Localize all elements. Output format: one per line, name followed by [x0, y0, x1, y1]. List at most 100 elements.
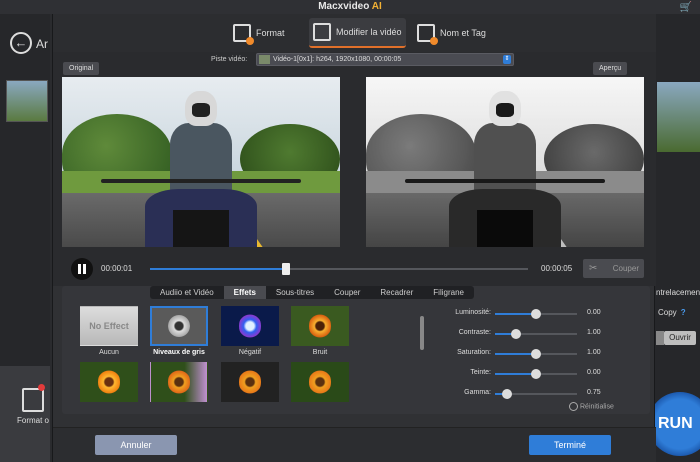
chevron-updown-icon: ⇕ [503, 55, 511, 64]
effect-item[interactable] [289, 362, 351, 402]
tab-label: Nom et Tag [440, 28, 486, 38]
timeline-progress [150, 268, 287, 270]
edit-video-dialog: Format Modifier la vidéo Nom et Tag Orig… [52, 14, 656, 462]
adjustment-label: Teinte: [470, 369, 491, 376]
adjustment-handle[interactable] [531, 369, 541, 379]
adjustment-slider[interactable] [495, 309, 577, 319]
effect-thumbnail [80, 362, 138, 402]
adjustment-value: 0.00 [587, 369, 601, 376]
adjustment-label: Gamma: [464, 389, 491, 396]
adjustment-handle[interactable] [531, 349, 541, 359]
original-video [62, 77, 340, 247]
effect-thumbnail [221, 362, 279, 402]
dialog-tabs: Format Modifier la vidéo Nom et Tag [53, 14, 656, 52]
help-icon[interactable]: ? [681, 308, 686, 317]
notification-dot [38, 384, 45, 391]
adjustment-handle[interactable] [531, 309, 541, 319]
annuler-button[interactable]: Annuler [95, 435, 177, 455]
timeline-slider[interactable] [150, 263, 528, 275]
copy-option[interactable]: Copy? [658, 308, 686, 317]
adjustment-handle[interactable] [510, 329, 521, 339]
reset-icon [569, 402, 578, 411]
tab-modifier-video[interactable]: Modifier la vidéo [309, 18, 406, 48]
adjustment-row: Luminosité: 0.00 [433, 307, 641, 321]
piste-video-label: Piste vidéo: [211, 56, 248, 63]
ouvrir-button[interactable]: Ouvrir [664, 331, 696, 345]
subtab-audio-video[interactable]: Audiio et Vidéo [150, 286, 224, 299]
back-arrow-icon[interactable]: ← [10, 32, 32, 54]
dialog-footer: Annuler Terminé [53, 427, 656, 462]
adjustment-label: Saturation: [457, 349, 491, 356]
timeline-handle[interactable] [282, 263, 291, 275]
couper-label: Couper [612, 264, 639, 273]
entrelacement-label: ntrelacement [656, 288, 700, 297]
effect-thumbnail [150, 306, 208, 346]
adjustment-slider[interactable] [495, 349, 577, 359]
adjustment-row: Contraste: 1.00 [433, 327, 641, 341]
video-thumbnail[interactable] [6, 80, 48, 122]
effect-thumbnail: No Effect [80, 306, 138, 346]
cart-icon[interactable]: 🛒 [680, 1, 692, 15]
subtab-sous-titres[interactable]: Sous-titres [266, 286, 324, 299]
back-label: Ar [36, 37, 48, 51]
title-bar: Macxvideo AI 🛒 [0, 0, 700, 14]
subtab-couper[interactable]: Couper [324, 286, 370, 299]
effect-thumbnail [150, 362, 208, 402]
tag-icon [417, 24, 438, 45]
effect-thumbnail [291, 306, 349, 346]
effect-thumbnail [221, 306, 279, 346]
effect-label: Négatif [238, 349, 262, 356]
effect-thumbnail [291, 362, 349, 402]
video-edit-icon [313, 23, 331, 41]
effect-negatif[interactable]: Négatif [219, 306, 281, 356]
apercu-label: Aperçu [593, 62, 628, 75]
app-title: Macxvideo [318, 1, 370, 12]
termine-button[interactable]: Terminé [529, 435, 611, 455]
current-time: 00:00:01 [101, 264, 133, 273]
effect-label: Aucun [99, 349, 119, 356]
reinitialise-button[interactable]: Réinitialise [569, 402, 614, 411]
couper-button[interactable]: ✂ Couper [583, 259, 644, 278]
adjustment-row: Teinte: 0.00 [433, 367, 641, 381]
path-field[interactable] [656, 331, 664, 345]
effect-aucun[interactable]: No Effect Aucun [78, 306, 140, 356]
piste-video-value: Vidéo-1[0x1]: h264, 1920x1080, 00:00:05 [273, 56, 402, 63]
format-icon [233, 24, 254, 45]
app-window: Macxvideo AI 🛒 ← Ar Format o ntrelacemen… [0, 0, 700, 462]
tab-nom-tag[interactable]: Nom et Tag [417, 18, 486, 48]
effect-label: Bruit [312, 349, 328, 356]
adjustment-row: Gamma: 0.75 [433, 387, 641, 401]
format-panel [0, 366, 50, 462]
tab-label: Modifier la vidéo [336, 27, 402, 37]
adjustment-value: 1.00 [587, 349, 601, 356]
adjustment-label: Contraste: [458, 329, 491, 336]
adjustment-slider[interactable] [495, 389, 577, 399]
pause-icon[interactable] [71, 258, 93, 280]
subtab-effets[interactable]: Effets [223, 286, 266, 299]
copy-label: Copy [658, 308, 677, 317]
adjustment-slider[interactable] [495, 329, 577, 339]
adjustment-label: Luminosité: [455, 309, 491, 316]
preview-video [366, 77, 644, 247]
format-icon[interactable] [22, 388, 44, 412]
subtab-recadrer[interactable]: Recadrer [370, 286, 423, 299]
subtab-filigrane[interactable]: Filigrane [423, 286, 474, 299]
effect-niveaux-de-gris[interactable]: Niveaux de gris [148, 306, 210, 356]
tab-label: Format [256, 28, 285, 38]
edit-subtabs: Audiio et Vidéo Effets Sous-titres Coupe… [150, 286, 474, 299]
adjustment-value: 0.75 [587, 389, 601, 396]
effects-scrollbar[interactable] [420, 316, 424, 350]
adjustment-slider[interactable] [495, 369, 577, 379]
playback-controls: 00:00:01 00:00:05 ✂ Couper [53, 252, 656, 286]
track-thumbnail [259, 55, 270, 64]
adjustment-fill [495, 373, 536, 375]
adjustment-handle[interactable] [502, 389, 513, 399]
effect-item[interactable] [148, 362, 210, 402]
effect-bruit[interactable]: Bruit [289, 306, 351, 356]
tab-format[interactable]: Format [233, 18, 285, 48]
adjustment-fill [495, 313, 536, 315]
effect-item[interactable] [78, 362, 140, 402]
effect-item[interactable] [219, 362, 281, 402]
adjustment-value: 1.00 [587, 329, 601, 336]
piste-video-select[interactable]: Vidéo-1[0x1]: h264, 1920x1080, 00:00:05 … [256, 53, 514, 66]
